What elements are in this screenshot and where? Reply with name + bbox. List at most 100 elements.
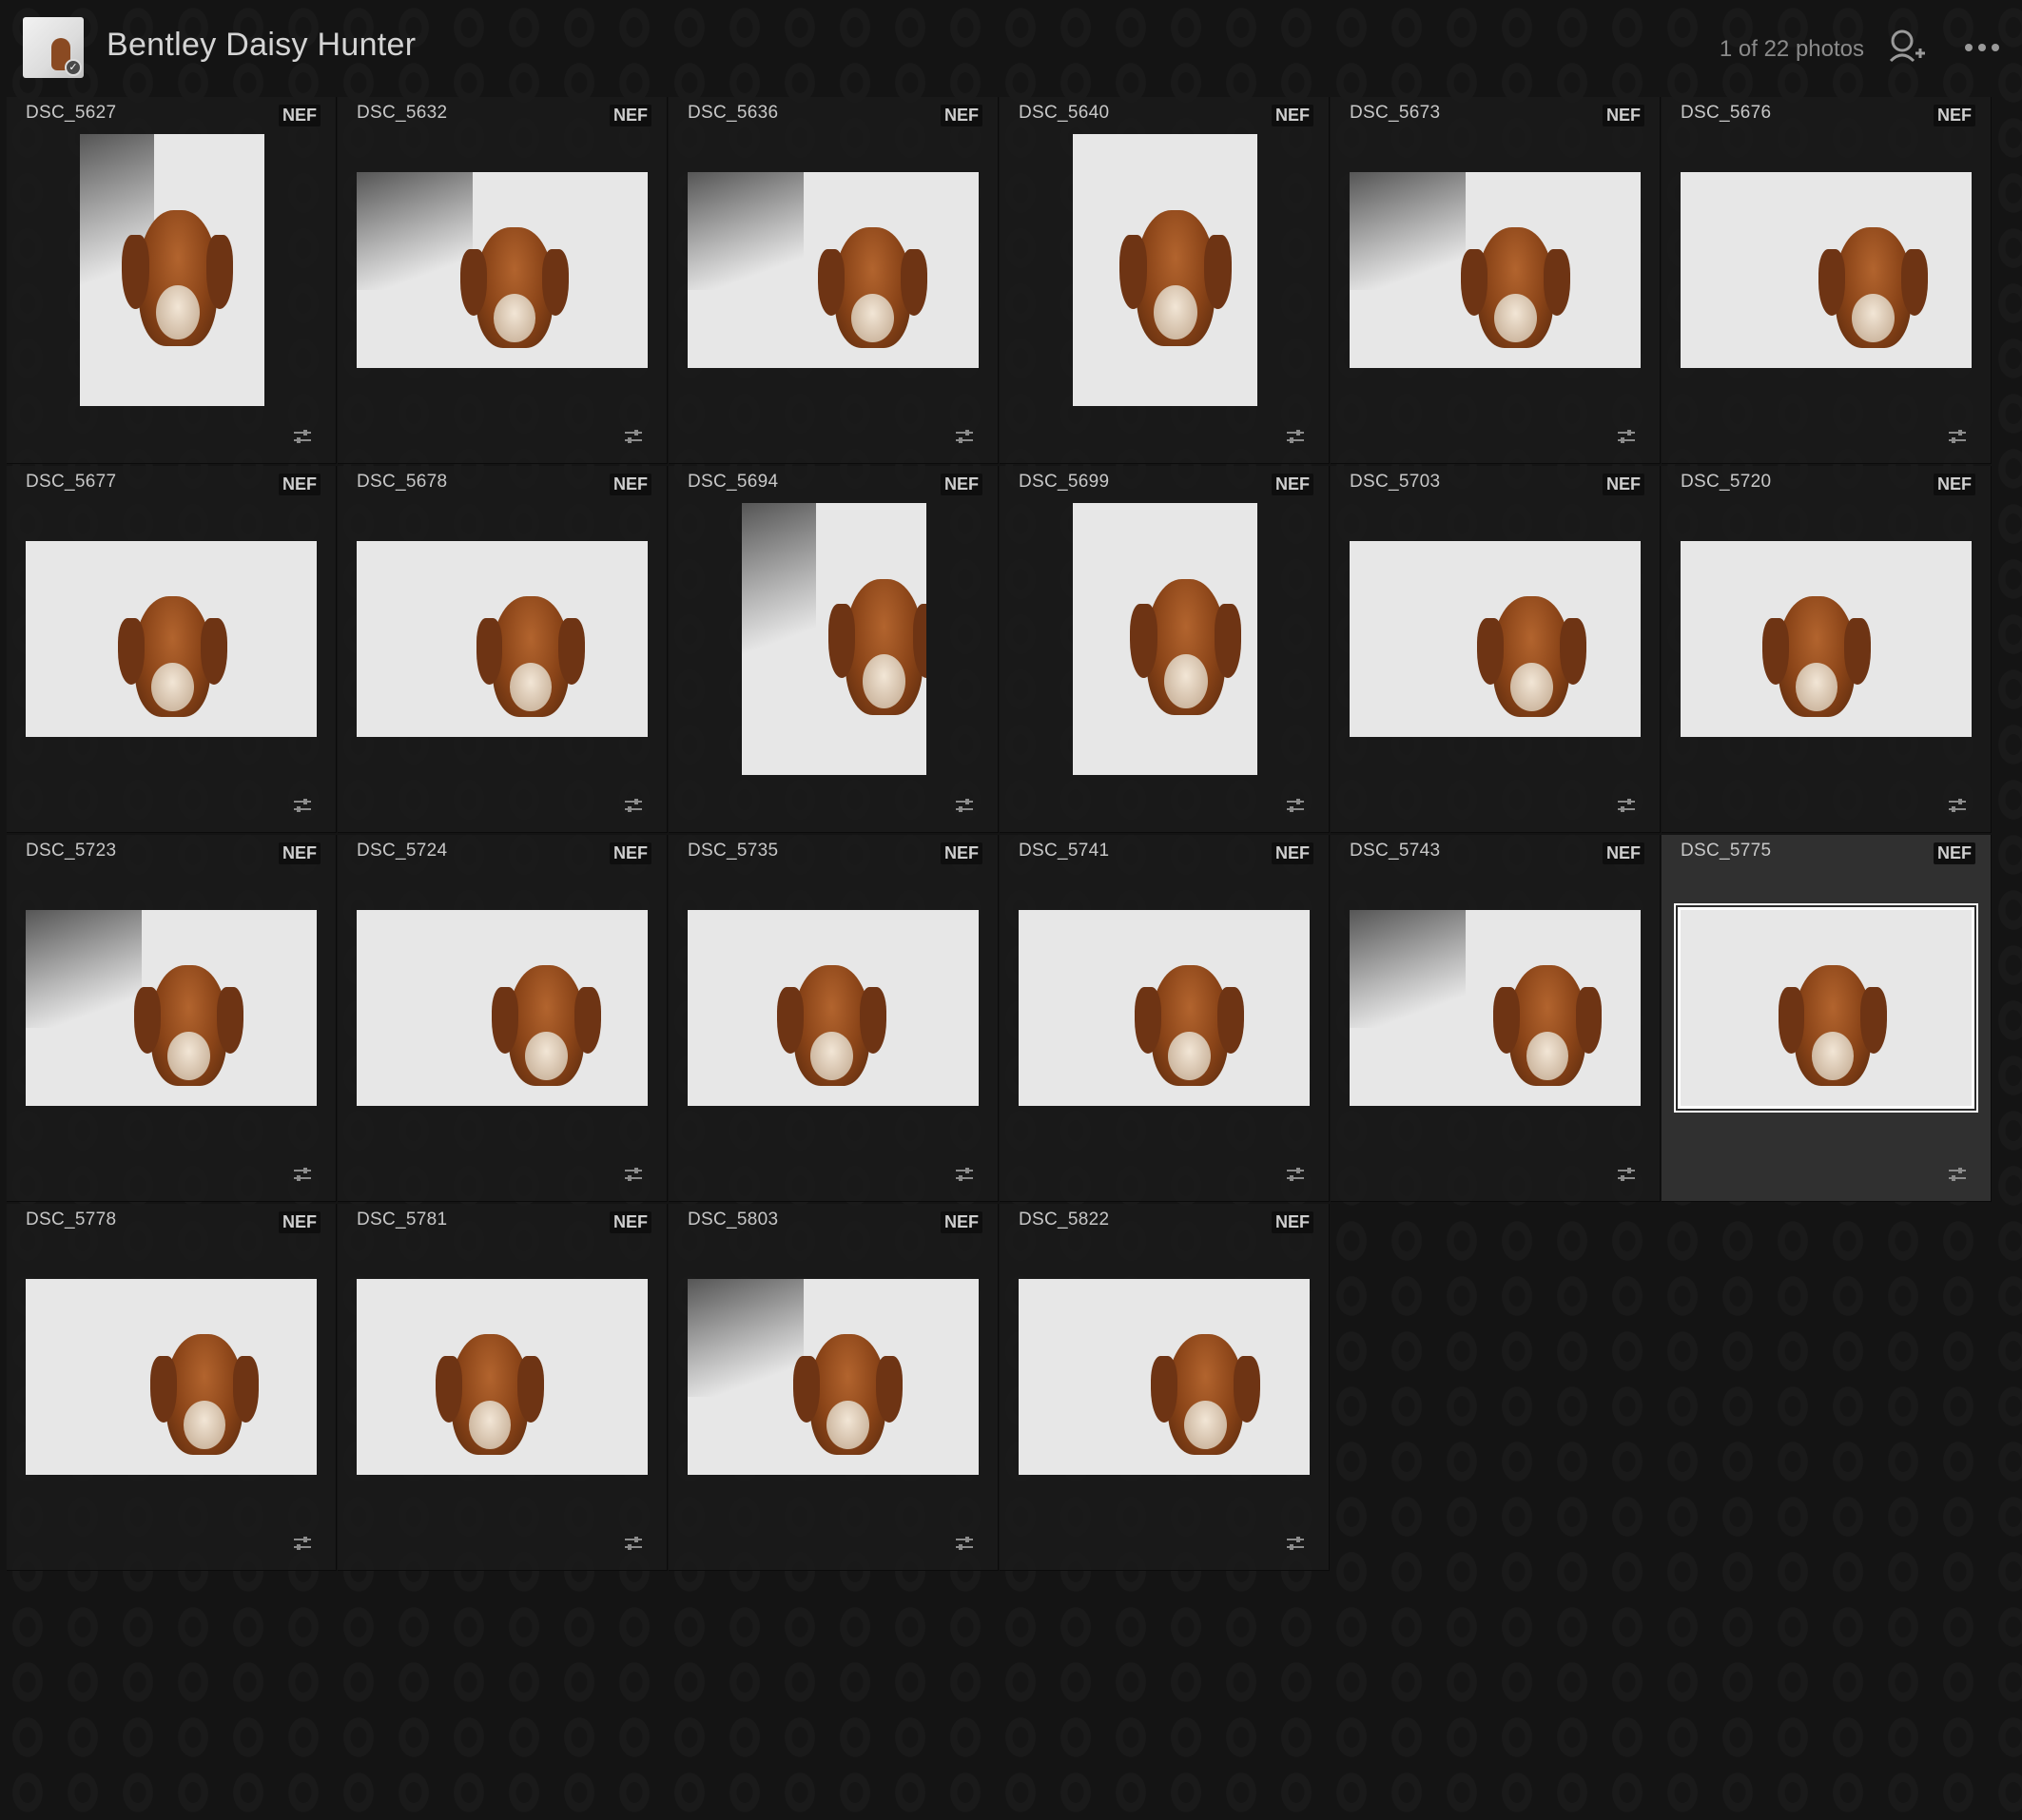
photo-thumbnail[interactable]	[357, 541, 648, 737]
photo-tile[interactable]: DSC_5677 NEF	[7, 466, 337, 833]
edited-sliders-icon[interactable]	[954, 796, 975, 815]
photo-tile[interactable]: DSC_5676 NEF	[1662, 97, 1992, 464]
photo-thumbnail[interactable]	[1350, 910, 1641, 1106]
photo-filename: DSC_5822	[1019, 1210, 1110, 1229]
photo-thumbnail[interactable]	[26, 541, 317, 737]
dog-ear	[1543, 248, 1570, 316]
share-button[interactable]	[1887, 29, 1929, 67]
photo-thumbnail[interactable]	[742, 503, 926, 775]
edited-sliders-icon[interactable]	[1616, 427, 1637, 446]
edited-sliders-icon[interactable]	[292, 1534, 313, 1553]
photo-filename: DSC_5781	[357, 1210, 448, 1229]
photo-thumbnail[interactable]	[688, 910, 979, 1106]
photo-tile[interactable]: DSC_5743 NEF	[1331, 835, 1661, 1202]
edited-sliders-icon[interactable]	[1285, 1534, 1306, 1553]
edited-sliders-icon[interactable]	[292, 427, 313, 446]
add-person-icon	[1889, 29, 1925, 63]
file-format-badge: NEF	[610, 1211, 651, 1233]
photo-tile[interactable]: DSC_5741 NEF	[1000, 835, 1330, 1202]
dog-ear	[1778, 986, 1805, 1054]
edited-sliders-icon[interactable]	[623, 1534, 644, 1553]
dog-ear	[1844, 617, 1872, 685]
album-cover-thumbnail[interactable]: ✓	[23, 17, 84, 78]
photo-thumbnail[interactable]	[1350, 172, 1641, 368]
photo-thumbnail[interactable]	[357, 172, 648, 368]
dog-ear	[134, 986, 161, 1054]
photo-tile[interactable]: DSC_5778 NEF	[7, 1204, 337, 1571]
dog-chest	[1795, 662, 1838, 711]
photo-filename: DSC_5678	[357, 472, 448, 492]
edited-sliders-icon[interactable]	[1947, 796, 1968, 815]
photo-tile[interactable]: DSC_5703 NEF	[1331, 466, 1661, 833]
dog-chest	[851, 293, 894, 342]
file-format-badge: NEF	[941, 1211, 982, 1233]
edited-sliders-icon[interactable]	[292, 796, 313, 815]
backdrop-shadow	[357, 172, 474, 290]
edited-sliders-icon[interactable]	[954, 427, 975, 446]
edited-sliders-icon[interactable]	[954, 1534, 975, 1553]
photo-thumbnail[interactable]	[1073, 503, 1257, 775]
file-format-badge: NEF	[1272, 842, 1313, 864]
photo-tile[interactable]: DSC_5636 NEF	[669, 97, 999, 464]
photo-filename: DSC_5775	[1681, 841, 1772, 861]
edited-sliders-icon[interactable]	[623, 1165, 644, 1184]
photo-tile[interactable]: DSC_5694 NEF	[669, 466, 999, 833]
file-format-badge: NEF	[1272, 105, 1313, 126]
dog-ear	[205, 234, 234, 310]
photo-tile[interactable]: DSC_5678 NEF	[338, 466, 668, 833]
dog-ear	[1214, 603, 1242, 679]
photo-tile[interactable]: DSC_5781 NEF	[338, 1204, 668, 1571]
edited-sliders-icon[interactable]	[1616, 796, 1637, 815]
photo-thumbnail[interactable]	[1019, 910, 1310, 1106]
photo-thumbnail[interactable]	[26, 1279, 317, 1475]
photo-thumbnail[interactable]	[357, 1279, 648, 1475]
dog-chest	[1526, 1031, 1569, 1080]
photo-thumbnail[interactable]	[1681, 541, 1972, 737]
photo-tile[interactable]: DSC_5775 NEF	[1662, 835, 1992, 1202]
dog-ear	[476, 617, 503, 685]
edited-sliders-icon[interactable]	[292, 1165, 313, 1184]
dog-chest	[1154, 284, 1197, 339]
edited-sliders-icon[interactable]	[1947, 1165, 1968, 1184]
backdrop-shadow	[688, 1279, 805, 1397]
photo-tile[interactable]: DSC_5822 NEF	[1000, 1204, 1330, 1571]
photo-tile[interactable]: DSC_5803 NEF	[669, 1204, 999, 1571]
edited-sliders-icon[interactable]	[1947, 427, 1968, 446]
edited-sliders-icon[interactable]	[1285, 427, 1306, 446]
file-format-badge: NEF	[1603, 105, 1644, 126]
backdrop-shadow	[688, 172, 805, 290]
photo-tile[interactable]: DSC_5723 NEF	[7, 835, 337, 1202]
photo-tile[interactable]: DSC_5720 NEF	[1662, 466, 1992, 833]
photo-tile[interactable]: DSC_5627 NEF	[7, 97, 337, 464]
dog-ear	[1575, 986, 1603, 1054]
photo-tile[interactable]: DSC_5673 NEF	[1331, 97, 1661, 464]
photo-tile[interactable]: DSC_5735 NEF	[669, 835, 999, 1202]
photo-tile[interactable]: DSC_5640 NEF	[1000, 97, 1330, 464]
photo-thumbnail[interactable]	[1350, 541, 1641, 737]
edited-sliders-icon[interactable]	[623, 427, 644, 446]
photo-thumbnail[interactable]	[1681, 172, 1972, 368]
edited-sliders-icon[interactable]	[954, 1165, 975, 1184]
photo-thumbnail[interactable]	[357, 910, 648, 1106]
file-format-badge: NEF	[1272, 474, 1313, 495]
edited-sliders-icon[interactable]	[1616, 1165, 1637, 1184]
photo-thumbnail[interactable]	[1678, 907, 1974, 1109]
photo-filename: DSC_5677	[26, 472, 117, 492]
photo-tile[interactable]: DSC_5724 NEF	[338, 835, 668, 1202]
more-options-button[interactable]	[1959, 29, 2009, 67]
edited-sliders-icon[interactable]	[1285, 796, 1306, 815]
photo-thumbnail[interactable]	[1019, 1279, 1310, 1475]
photo-thumbnail[interactable]	[80, 134, 264, 406]
photo-tile[interactable]: DSC_5699 NEF	[1000, 466, 1330, 833]
dog-chest	[151, 662, 194, 711]
file-format-badge: NEF	[279, 842, 321, 864]
photo-thumbnail[interactable]	[1073, 134, 1257, 406]
photo-tile[interactable]: DSC_5632 NEF	[338, 97, 668, 464]
photo-thumbnail[interactable]	[688, 1279, 979, 1475]
edited-sliders-icon[interactable]	[623, 796, 644, 815]
photo-thumbnail[interactable]	[26, 910, 317, 1106]
edited-sliders-icon[interactable]	[1285, 1165, 1306, 1184]
photo-thumbnail[interactable]	[688, 172, 979, 368]
dog-chest	[826, 1400, 869, 1449]
photo-filename: DSC_5703	[1350, 472, 1441, 492]
